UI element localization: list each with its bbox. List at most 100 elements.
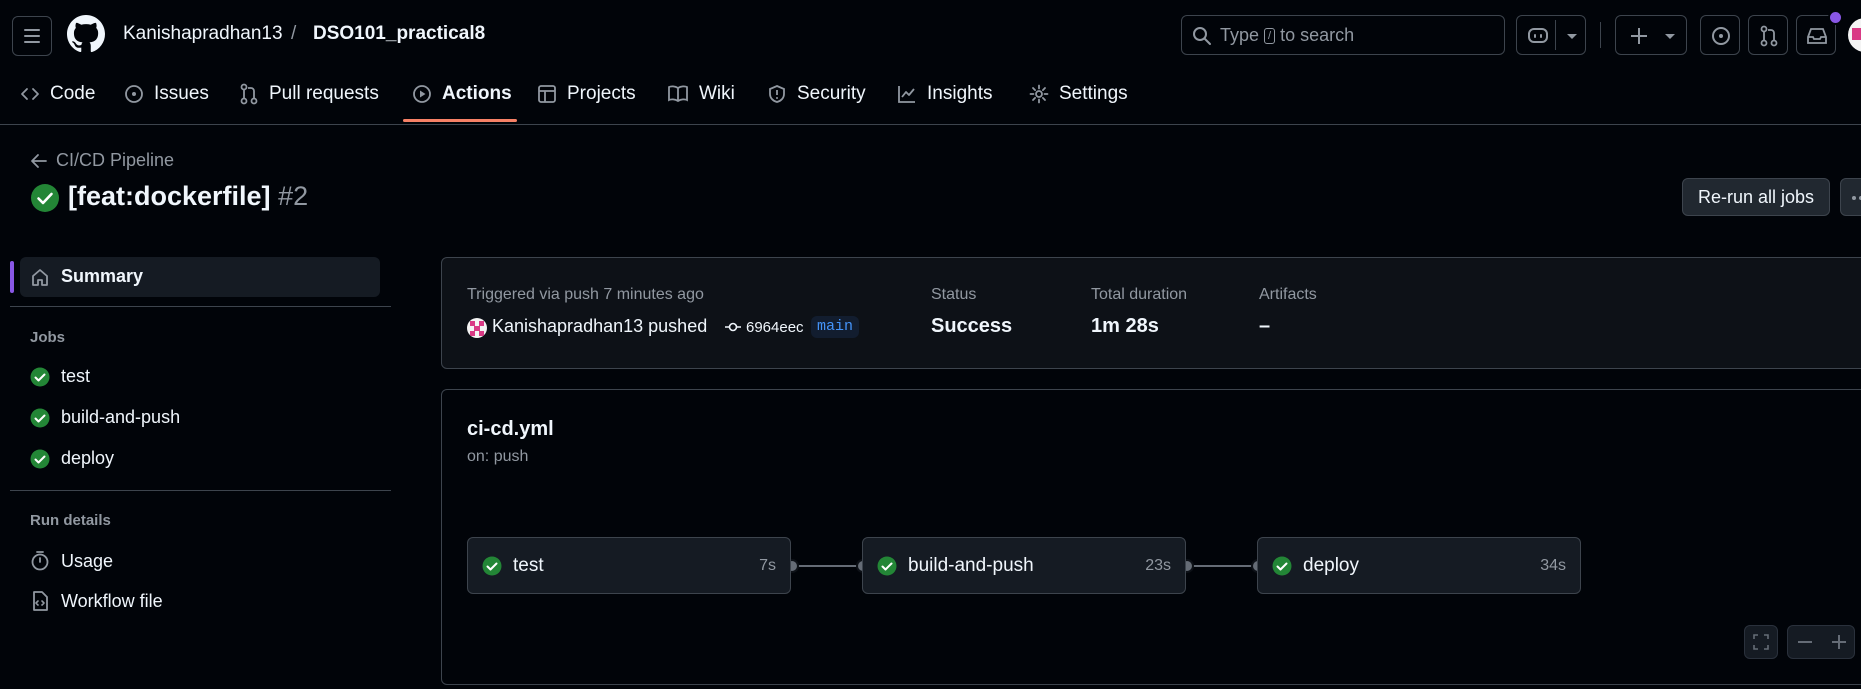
job-node-deploy[interactable]: deploy 34s (1257, 537, 1581, 594)
check-circle-fill-icon (1272, 556, 1292, 576)
tab-code[interactable]: Code (20, 80, 95, 108)
artifacts-value: – (1259, 315, 1271, 337)
git-pull-request-icon (1760, 25, 1778, 47)
search-input[interactable]: Type / to search (1181, 15, 1505, 55)
check-circle-fill-icon (877, 556, 897, 576)
menu-button[interactable] (12, 16, 52, 56)
search-shortcut-key: / (1264, 28, 1276, 44)
duration-value: 1m 28s (1091, 315, 1159, 337)
chevron-down-icon (1665, 34, 1675, 39)
play-icon (413, 85, 431, 103)
sidebar-job-test[interactable]: test (30, 366, 90, 387)
push-action: pushed (648, 316, 708, 336)
run-title: [feat:dockerfile] (68, 181, 271, 211)
sidebar-selected-indicator (10, 261, 14, 293)
run-summary-card (441, 257, 1861, 369)
check-circle-fill-icon (30, 367, 50, 386)
sidebar-divider (10, 306, 391, 307)
issues-button[interactable] (1700, 15, 1740, 55)
sidebar-job-deploy[interactable]: deploy (30, 448, 114, 469)
git-commit-icon (725, 322, 741, 332)
status-label: Status (931, 286, 977, 303)
inbox-button[interactable] (1796, 10, 1843, 55)
fullscreen-button[interactable] (1744, 625, 1778, 659)
graph-icon (898, 86, 915, 103)
zoom-in-icon[interactable] (1831, 634, 1847, 650)
git-pull-request-icon (240, 83, 258, 105)
actor-avatar[interactable] (467, 318, 487, 338)
job-node-build-and-push[interactable]: build-and-push 23s (862, 537, 1186, 594)
push-event-text: Kanishapradhan13 pushed (492, 316, 707, 337)
job-duration: 7s (759, 557, 776, 574)
duration-label: Total duration (1091, 286, 1188, 303)
branch-label[interactable]: main (811, 316, 860, 338)
triggered-text: Triggered via push 7 minutes ago (467, 286, 704, 303)
gear-icon (1029, 84, 1049, 104)
tab-projects[interactable]: Projects (537, 80, 636, 108)
sidebar-item-workflow-file[interactable]: Workflow file (30, 590, 163, 612)
search-icon (1193, 27, 1211, 45)
job-name: deploy (1303, 555, 1359, 576)
sidebar-item-usage[interactable]: Usage (30, 550, 113, 572)
tab-insights-label: Insights (927, 83, 993, 104)
tab-wiki[interactable]: Wiki (667, 80, 735, 108)
issue-opened-icon (125, 85, 143, 103)
tab-pull-requests[interactable]: Pull requests (239, 80, 379, 108)
breadcrumb-repo[interactable]: DSO101_practical8 (313, 23, 485, 45)
tab-issues[interactable]: Issues (124, 80, 209, 108)
breadcrumb-owner[interactable]: Kanishapradhan13 (123, 23, 283, 45)
zoom-controls (1787, 625, 1855, 659)
job-duration: 23s (1145, 557, 1171, 574)
sidebar-item-workflow-file-label: Workflow file (61, 590, 163, 611)
back-label: CI/CD Pipeline (56, 150, 175, 170)
book-icon (668, 85, 688, 103)
notification-dot (1828, 10, 1843, 25)
sidebar-job-label: test (61, 366, 91, 386)
zoom-out-icon[interactable] (1797, 634, 1813, 650)
rerun-all-jobs-button[interactable]: Re-run all jobs (1682, 178, 1830, 216)
sidebar-divider (10, 490, 391, 491)
check-circle-fill-icon (31, 184, 59, 212)
inbox-icon (1807, 28, 1827, 44)
global-header: Kanishapradhan13 / DSO101_practical8 Typ… (0, 0, 1861, 125)
sidebar-item-summary-label: Summary (61, 266, 144, 286)
shield-icon (769, 85, 785, 103)
job-connector (1186, 565, 1257, 567)
github-logo-icon[interactable] (67, 15, 105, 53)
screen-full-icon (1753, 634, 1769, 650)
tab-pull-requests-label: Pull requests (269, 83, 379, 104)
more-options-button[interactable] (1840, 178, 1861, 216)
code-icon (21, 88, 39, 100)
tab-settings-label: Settings (1059, 83, 1128, 104)
active-tab-indicator (403, 119, 517, 122)
tab-security[interactable]: Security (767, 80, 866, 108)
run-details-heading: Run details (30, 512, 111, 529)
sidebar-item-usage-label: Usage (61, 550, 114, 571)
tab-settings[interactable]: Settings (1029, 80, 1128, 108)
sidebar-item-summary[interactable]: Summary (30, 266, 143, 287)
pull-requests-button[interactable] (1748, 15, 1788, 55)
tab-projects-label: Projects (567, 83, 636, 104)
breadcrumb-separator: / (291, 23, 297, 44)
copilot-button[interactable] (1516, 15, 1586, 55)
issue-opened-icon (1712, 27, 1730, 45)
copilot-icon (1528, 28, 1548, 43)
status-value: Success (931, 315, 1013, 337)
create-new-button[interactable] (1615, 15, 1687, 55)
job-connector (791, 565, 862, 567)
job-node-test[interactable]: test 7s (467, 537, 791, 594)
check-circle-fill-icon (482, 556, 502, 576)
actor-link[interactable]: Kanishapradhan13 (492, 316, 643, 336)
tab-actions-label: Actions (442, 83, 512, 104)
job-name: build-and-push (908, 555, 1034, 576)
tab-actions[interactable]: Actions (412, 80, 512, 108)
check-circle-fill-icon (30, 408, 50, 427)
commit-sha-link[interactable]: 6964eec (746, 319, 804, 336)
chevron-down-icon (1567, 34, 1577, 39)
hamburger-icon (24, 29, 40, 43)
workflow-trigger: on: push (467, 448, 529, 465)
tab-insights[interactable]: Insights (897, 80, 992, 108)
avatar[interactable] (1848, 18, 1861, 52)
back-to-workflow-link[interactable]: CI/CD Pipeline (30, 150, 174, 171)
sidebar-job-build-and-push[interactable]: build-and-push (30, 407, 180, 428)
